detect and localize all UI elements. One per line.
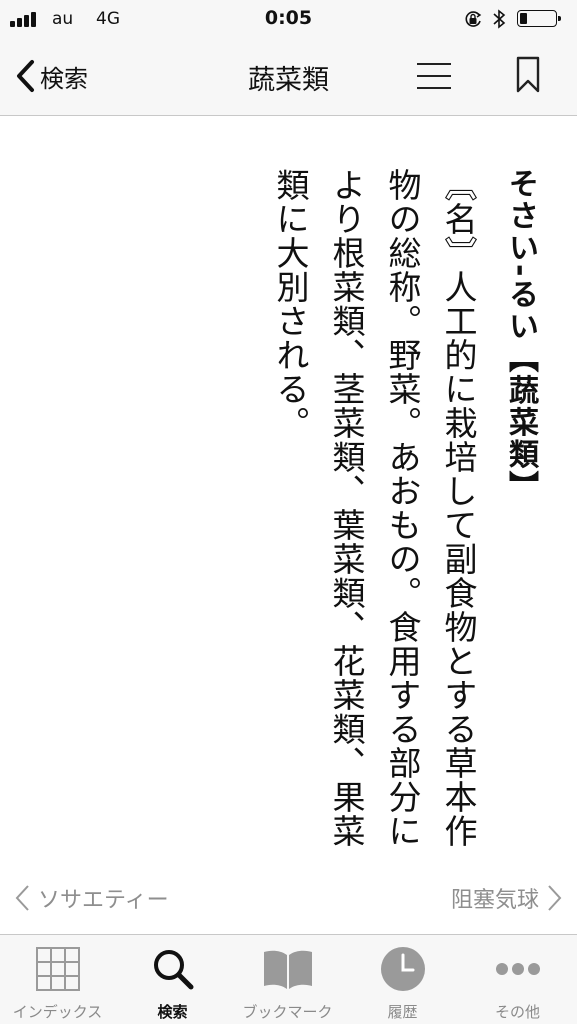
bookmark-icon <box>516 56 540 93</box>
chevron-left-icon <box>15 885 29 911</box>
entry-definition: 〘名〙人工的に栽培して副食物とする草本作物の総称。野菜。あおもの。食用する部分に… <box>271 168 478 848</box>
back-button-label: 検索 <box>40 64 88 93</box>
tab-more-label: その他 <box>494 1003 540 1021</box>
bookmark-button[interactable] <box>515 56 541 94</box>
tab-index[interactable]: インデックス <box>0 935 115 1025</box>
entry-headword: そさい‐るい【蔬菜類】 <box>503 168 538 503</box>
grid-icon <box>35 947 80 991</box>
book-icon <box>263 950 312 989</box>
more-icon <box>495 963 540 975</box>
tab-search[interactable]: 検索 <box>115 935 230 1025</box>
status-time: 0:05 <box>264 7 313 29</box>
orientation-lock-icon <box>465 11 482 27</box>
status-bar: au 4G 0:05 <box>0 0 577 38</box>
previous-entry-link[interactable]: ソサエティー <box>14 882 169 914</box>
tab-search-label: 検索 <box>157 1003 188 1021</box>
next-entry-link[interactable]: 阻塞気球 <box>451 882 563 914</box>
clock-icon <box>380 947 425 991</box>
tab-index-label: インデックス <box>12 1003 103 1021</box>
back-button[interactable]: 検索 <box>14 58 88 94</box>
tab-bookmarks-label: ブックマーク <box>242 1003 333 1021</box>
menu-icon <box>417 63 451 89</box>
search-icon <box>153 950 193 990</box>
tab-history[interactable]: 履歴 <box>345 935 460 1025</box>
bluetooth-icon <box>493 9 506 29</box>
tab-bookmarks[interactable]: ブックマーク <box>230 935 345 1025</box>
next-entry-label: 阻塞気球 <box>450 888 539 913</box>
battery-icon <box>517 10 561 27</box>
menu-button[interactable] <box>416 60 452 92</box>
tab-bar: インデックス 検索 ブックマーク 履歴 その他 <box>0 934 577 1024</box>
tab-history-label: 履歴 <box>387 1003 418 1021</box>
tab-more[interactable]: その他 <box>460 935 575 1025</box>
chevron-left-icon <box>17 60 34 92</box>
entry-content: そさい‐るい【蔬菜類】 〘名〙人工的に栽培して副食物とする草本作物の総称。野菜。… <box>0 116 577 868</box>
chevron-right-icon <box>548 885 562 911</box>
navigation-bar: 検索 蔬菜類 <box>0 38 577 116</box>
previous-entry-label: ソサエティー <box>38 888 169 913</box>
